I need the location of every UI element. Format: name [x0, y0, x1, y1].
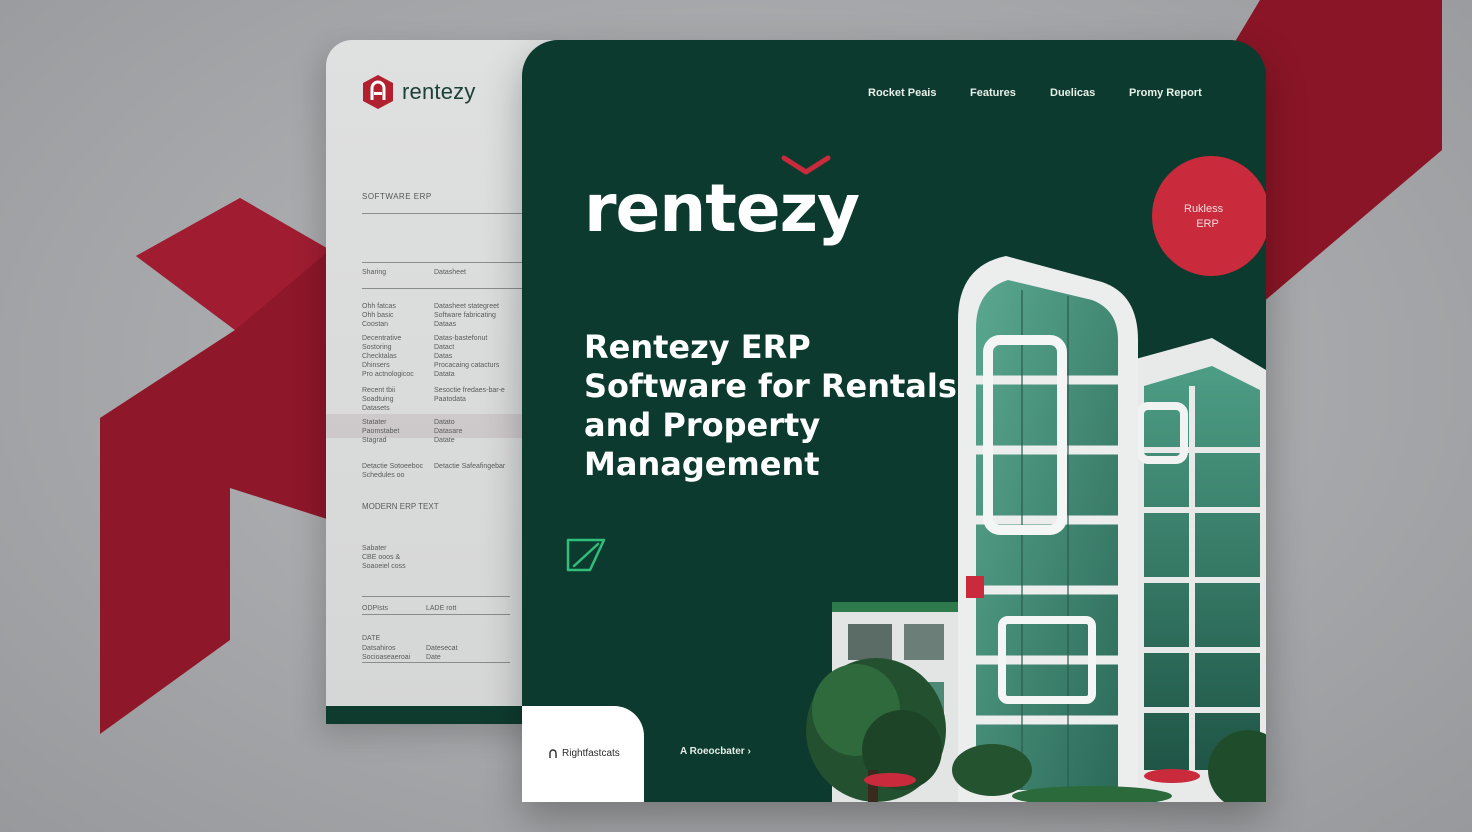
cta-card[interactable]: Rightfastcats: [522, 706, 644, 802]
document-cell: ODPIsts: [362, 605, 389, 612]
document-cell: LADE rott: [426, 605, 457, 612]
document-cell: DATE: [362, 635, 381, 642]
document-cell: Decentrative Sostoring Checktalas Dhinse…: [362, 335, 414, 378]
erp-badge[interactable]: Rukless ERP: [1152, 156, 1266, 276]
cta-link-label: Roeocbater: [689, 746, 745, 757]
cta-card-label: Rightfastcats: [562, 748, 620, 759]
document-cell: Datsahiros Socioaseaeroai: [362, 645, 411, 661]
document-cell: Recent tbii Soadtuing Datasets: [362, 387, 396, 412]
cta-link-prefix: A: [680, 746, 687, 757]
document-cell: Datasheet stategreet Software fabricatin…: [434, 303, 499, 328]
document-cell: Sharing: [362, 269, 387, 276]
document-logo: rentezy: [362, 74, 476, 110]
document-section-title: MODERN ERP TEXT: [362, 502, 439, 511]
document-cell: Datasheet: [434, 269, 466, 276]
document-cell: Ohh fatcas Ohh basic Coostan: [362, 303, 396, 328]
document-cell: Statater Paomstabet Stagrad: [362, 419, 400, 444]
document-cell: Datas-bastefonut Datact Datas Procacaing…: [434, 335, 500, 378]
document-cell: Datesecat Date: [426, 645, 458, 661]
document-cell: Datato Datasare Datate: [434, 419, 463, 444]
arrow-right-icon: ›: [747, 746, 751, 757]
brand-check-icon: [781, 155, 831, 175]
document-heading: SOFTWARE ERP: [362, 192, 432, 201]
rentezy-mini-icon: [549, 749, 557, 758]
document-logo-text: rentezy: [402, 79, 476, 104]
nav-item-promy-report[interactable]: Promy Report: [1129, 87, 1202, 99]
document-cell: Detactie Safeafingebar: [434, 463, 506, 470]
building-illustration: [806, 256, 1266, 802]
document-divider: [362, 614, 510, 615]
document-cell: Sabater CBE ooos & Soaoeiel coss: [362, 545, 406, 570]
top-nav: Rocket Peais Features Duelicas Promy Rep…: [522, 87, 1266, 107]
rentezy-hex-icon: [363, 75, 393, 109]
leaf-outline-icon: [566, 538, 606, 572]
document-cell: Detactie Sotoeeboc Schedules oo: [362, 463, 424, 479]
document-divider: [362, 662, 510, 663]
nav-item-duelicas[interactable]: Duelicas: [1050, 87, 1095, 99]
cta-link[interactable]: A Roeocbater ›: [680, 746, 751, 757]
hero-panel: Rocket Peais Features Duelicas Promy Rep…: [522, 40, 1266, 802]
document-divider: [362, 596, 510, 597]
nav-item-features[interactable]: Features: [970, 87, 1016, 99]
document-cell: Sesoctie fredaes-bar-e Paatodata: [434, 387, 505, 403]
nav-item-rocket-peais[interactable]: Rocket Peais: [868, 87, 936, 99]
